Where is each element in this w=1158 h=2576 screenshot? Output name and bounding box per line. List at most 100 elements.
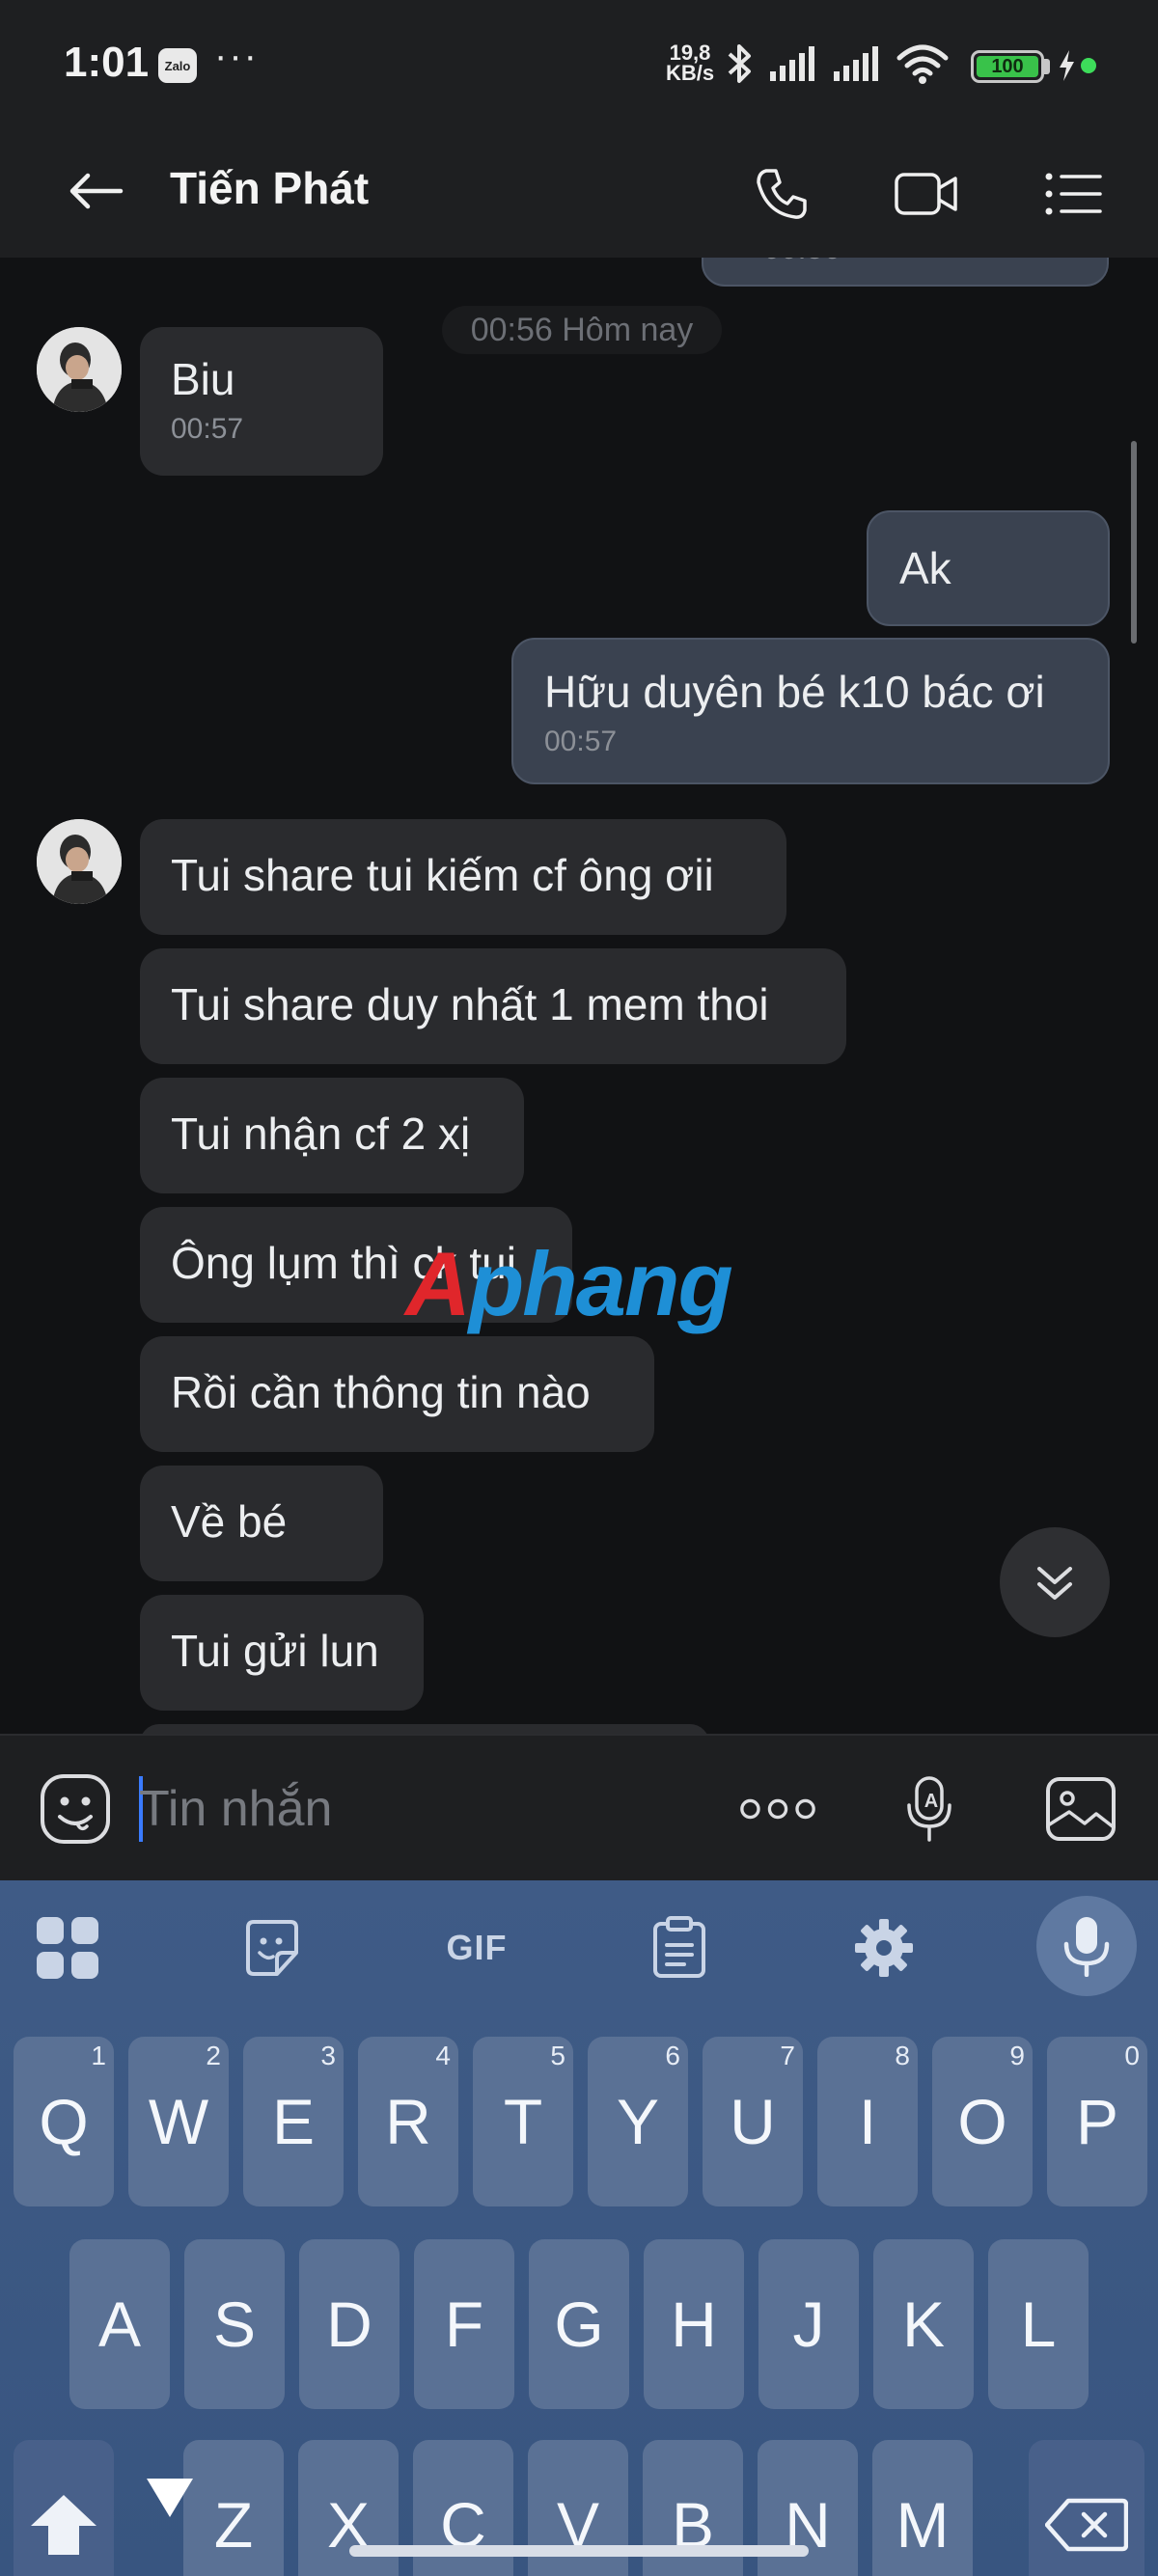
key-d[interactable]: D — [299, 2239, 400, 2409]
message-bubble-in[interactable]: Về bé — [140, 1466, 383, 1581]
sticker-button[interactable] — [224, 1907, 320, 1988]
key-g[interactable]: G — [529, 2239, 629, 2409]
message-bubble-in[interactable]: Biu 00:57 — [140, 327, 383, 476]
apps-grid-icon — [37, 1917, 98, 1979]
contact-name[interactable]: Tiến Phát — [170, 159, 369, 217]
key-y[interactable]: Y6 — [588, 2037, 688, 2206]
key-hint: 6 — [665, 2041, 680, 2070]
gif-button[interactable]: GIF — [428, 1907, 525, 1988]
key-hint: 3 — [320, 2041, 336, 2070]
key-hint: 7 — [780, 2041, 795, 2070]
message-text: Tui share tui kiếm cf ông ơii — [171, 850, 714, 900]
chat-area[interactable]: 00:56 00:56 Hôm nay Biu 00:57 Ak Hữu duy… — [0, 258, 1158, 1734]
watermark-part-red: A — [405, 1233, 471, 1334]
zalo-icon: Zalo — [158, 48, 197, 83]
signal-icon — [834, 46, 878, 81]
menu-button[interactable] — [1036, 157, 1110, 231]
message-bubble-out[interactable]: Hữu duyên bé k10 bác ơi 00:57 — [511, 638, 1110, 784]
scroll-to-bottom-button[interactable] — [1000, 1527, 1110, 1637]
key-label: G — [554, 2288, 604, 2360]
watermark-part-blue: phang — [468, 1233, 733, 1334]
message-bubble-in[interactable]: Tui share duy nhất 1 mem thoi — [140, 948, 846, 1064]
key-h[interactable]: H — [644, 2239, 744, 2409]
status-time: 1:01 — [64, 39, 150, 86]
net-speed-value: 19,8 — [669, 41, 711, 65]
message-bubble-in[interactable]: Tui gửi lun — [140, 1595, 424, 1711]
voice-input-button[interactable] — [1036, 1896, 1137, 1996]
avatar[interactable] — [37, 327, 122, 412]
message-input[interactable] — [139, 1772, 679, 1846]
key-label: J — [792, 2288, 825, 2360]
message-bubble-in[interactable]: Rồi cần thông tin nào — [140, 1336, 654, 1452]
key-o[interactable]: O9 — [932, 2037, 1033, 2206]
menu-icon — [1045, 173, 1102, 215]
key-f[interactable]: F — [414, 2239, 514, 2409]
battery-level: 100 — [977, 56, 1038, 77]
clipboard-button[interactable] — [631, 1907, 728, 1988]
avatar-image — [37, 819, 122, 904]
key-j[interactable]: J — [758, 2239, 859, 2409]
video-icon — [895, 173, 957, 215]
key-hint: 9 — [1009, 2041, 1025, 2070]
key-a[interactable]: A — [69, 2239, 170, 2409]
chevron-double-down-icon — [1037, 1567, 1072, 1600]
image-button[interactable] — [1042, 1770, 1119, 1848]
message-bubble-in[interactable]: Tui share tui kiếm cf ông ơii — [140, 819, 786, 935]
bluetooth-icon — [728, 44, 751, 83]
message-bubble-out[interactable]: Ak — [867, 510, 1110, 626]
keyboard: GIF Q1W2E3R4T5Y6U7I8O9P0 ASDFGHJKL ZXCVB… — [0, 1880, 1158, 2576]
key-w[interactable]: W2 — [128, 2037, 229, 2206]
back-button[interactable] — [62, 157, 129, 225]
call-button[interactable] — [745, 157, 818, 231]
home-indicator[interactable] — [349, 2545, 809, 2557]
message-bubble-in[interactable]: Tui nhận cf 2 xị — [140, 1078, 524, 1193]
message-bubble-out[interactable]: 00:56 — [702, 258, 1109, 287]
charging-icon — [1060, 50, 1074, 81]
key-hint: 0 — [1124, 2041, 1140, 2070]
key-s[interactable]: S — [184, 2239, 285, 2409]
key-label: K — [901, 2288, 946, 2360]
key-m[interactable]: M — [872, 2440, 973, 2576]
more-notifications: ··· — [214, 35, 259, 77]
key-label: P — [1075, 2086, 1119, 2157]
keyboard-apps-button[interactable] — [19, 1907, 116, 1988]
key-q[interactable]: Q1 — [14, 2037, 114, 2206]
key-r[interactable]: R4 — [358, 2037, 458, 2206]
key-label: U — [730, 2086, 776, 2157]
key-k[interactable]: K — [873, 2239, 974, 2409]
avatar-image — [37, 327, 122, 412]
key-e[interactable]: E3 — [243, 2037, 344, 2206]
message-text: Tui nhận cf 2 xị — [171, 1109, 471, 1159]
wifi-icon — [896, 44, 949, 84]
key-u[interactable]: U7 — [703, 2037, 803, 2206]
key-hint: 5 — [550, 2041, 565, 2070]
key-z[interactable]: Z — [183, 2440, 284, 2576]
message-bubble-in[interactable] — [140, 1724, 709, 1734]
message-text: Biu — [171, 354, 235, 404]
keyboard-collapse-icon[interactable] — [145, 2477, 195, 2519]
key-t[interactable]: T5 — [473, 2037, 573, 2206]
key-label: D — [326, 2288, 372, 2360]
key-hint: 4 — [435, 2041, 451, 2070]
more-options-button[interactable] — [739, 1770, 816, 1848]
emoji-button[interactable] — [37, 1770, 114, 1848]
key-p[interactable]: P0 — [1047, 2037, 1147, 2206]
voice-to-text-button[interactable]: A — [892, 1770, 969, 1848]
shift-key[interactable] — [14, 2440, 114, 2576]
back-arrow-icon — [69, 173, 124, 209]
keyboard-settings-button[interactable] — [836, 1907, 932, 1988]
backspace-key[interactable] — [1029, 2440, 1144, 2576]
scrollbar[interactable] — [1131, 441, 1137, 644]
message-text: Tui gửi lun — [171, 1626, 379, 1676]
key-l[interactable]: L — [988, 2239, 1089, 2409]
key-label: A — [97, 2288, 142, 2360]
key-label: O — [957, 2086, 1007, 2157]
message-text: Rồi cần thông tin nào — [171, 1367, 591, 1417]
key-i[interactable]: I8 — [817, 2037, 918, 2206]
avatar[interactable] — [37, 819, 122, 904]
key-hint: 1 — [91, 2041, 106, 2070]
video-call-button[interactable] — [890, 157, 963, 231]
chat-header: Tiến Phát — [0, 130, 1158, 258]
voice-text-icon: A — [907, 1776, 951, 1842]
key-label: S — [212, 2288, 257, 2360]
